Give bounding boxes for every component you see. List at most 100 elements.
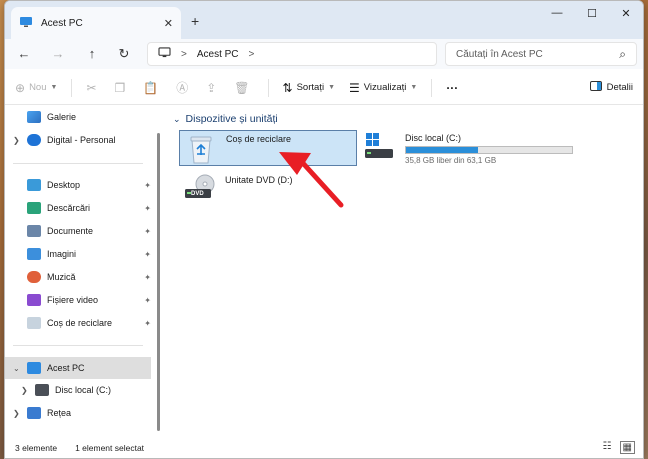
breadcrumb-separator[interactable]: >: [249, 49, 255, 60]
pin-icon[interactable]: ✦: [144, 204, 151, 213]
breadcrumb-acest-pc[interactable]: Acest PC: [197, 49, 239, 60]
tab-title: Acest PC: [41, 17, 83, 29]
toolbar-divider: [267, 78, 269, 97]
tab-bar: Acest PC ✕ + — ☐ ✕: [5, 1, 643, 39]
sidebar-item-label: Fișiere video: [47, 295, 99, 305]
sidebar-scrollbar[interactable]: [157, 133, 160, 431]
chevron-right-icon[interactable]: ❯: [13, 409, 23, 418]
file-explorer-window: Acest PC ✕ + — ☐ ✕ ← → ↑ ↻ > Acest PC > …: [4, 0, 644, 459]
delete-button[interactable]: 🗑: [234, 81, 253, 95]
close-window-button[interactable]: ✕: [611, 7, 641, 20]
rename-icon: Ⓐ: [176, 81, 189, 95]
forward-button[interactable]: →: [47, 44, 69, 64]
cut-button[interactable]: ✂: [86, 81, 100, 95]
sidebar-item-muzica[interactable]: Muzică ✦: [5, 267, 151, 287]
pin-icon[interactable]: ✦: [144, 319, 151, 328]
sidebar-item-fisiere-video[interactable]: Fișiere video ✦: [5, 290, 151, 310]
sidebar-item-label: Muzică: [47, 272, 76, 282]
back-button[interactable]: ←: [13, 44, 35, 64]
sidebar-item-desktop[interactable]: Desktop ✦: [5, 175, 151, 195]
sidebar-item-galerie[interactable]: Galerie: [5, 107, 151, 127]
dvd-drive-label: Unitate DVD (D:): [225, 175, 293, 185]
copy-button[interactable]: ❐: [115, 81, 130, 95]
gallery-icon: [27, 111, 41, 123]
item-count: 3 elemente: [15, 443, 58, 453]
details-pane-icon: [589, 81, 602, 94]
minimize-button[interactable]: —: [542, 7, 572, 19]
pin-icon[interactable]: ✦: [144, 296, 151, 305]
sidebar-item-documente[interactable]: Documente ✦: [5, 221, 151, 241]
share-icon: ⇪: [206, 80, 217, 95]
refresh-button[interactable]: ↻: [113, 44, 135, 64]
recycle-bin-label: Coș de reciclare: [226, 134, 292, 144]
sort-button[interactable]: ⇅ Sortați ▼: [283, 81, 335, 95]
recycle-bin-item[interactable]: Coș de reciclare: [179, 130, 357, 166]
pin-icon[interactable]: ✦: [144, 250, 151, 259]
chevron-down-icon: ⌄: [173, 113, 181, 124]
recycle-bin-icon: [184, 132, 218, 166]
chevron-right-icon[interactable]: ❯: [21, 386, 31, 395]
search-placeholder: Căutați în Acest PC: [456, 48, 543, 60]
maximize-button[interactable]: ☐: [577, 7, 607, 20]
chevron-right-icon[interactable]: ❯: [13, 136, 23, 145]
paste-button[interactable]: 📋: [143, 81, 162, 95]
dvd-drive-item[interactable]: DVD Unitate DVD (D:): [183, 173, 293, 207]
tab-acest-pc[interactable]: Acest PC ✕: [11, 7, 181, 39]
windows-drive-icon: [363, 131, 397, 165]
disk-size-text: 35,8 GB liber din 63,1 GB: [405, 156, 497, 165]
new-button[interactable]: ⊕ Nou ▼: [15, 81, 57, 95]
sidebar-item-descarcari[interactable]: Descărcări ✦: [5, 198, 151, 218]
new-tab-button[interactable]: +: [191, 13, 199, 29]
disk-usage-fill: [406, 147, 478, 153]
sidebar-item-label: Rețea: [47, 408, 72, 418]
sidebar-item-label: Imagini: [47, 249, 77, 259]
rename-button[interactable]: Ⓐ: [176, 79, 192, 96]
more-options-button[interactable]: ···: [446, 81, 458, 95]
scissors-icon: ✂: [86, 80, 97, 95]
details-button[interactable]: Detalii: [589, 81, 633, 94]
address-bar[interactable]: > Acest PC >: [147, 42, 437, 66]
sidebar-item-imagini[interactable]: Imagini ✦: [5, 244, 151, 264]
view-button[interactable]: ☰ Vizualizați ▼: [349, 81, 417, 95]
sidebar-item-onedrive[interactable]: ❯ Digital - Personal: [5, 130, 151, 150]
desktop-icon: [27, 179, 41, 191]
music-icon: [27, 271, 41, 283]
copy-icon: ❐: [114, 80, 126, 95]
breadcrumb-separator[interactable]: >: [181, 49, 187, 60]
share-button[interactable]: ⇪: [206, 81, 220, 95]
navigation-pane: Galerie ❯ Digital - Personal Desktop ✦ D…: [5, 105, 155, 435]
close-tab-icon[interactable]: ✕: [164, 17, 173, 30]
trash-icon: 🗑: [234, 80, 250, 95]
chevron-down-icon: ▼: [328, 84, 335, 91]
pin-icon[interactable]: ✦: [144, 227, 151, 236]
pin-icon[interactable]: ✦: [144, 181, 151, 190]
local-disk-item[interactable]: Disc local (C:) 35,8 GB liber din 63,1 G…: [363, 131, 573, 165]
disk-usage-bar: [405, 146, 573, 154]
view-label: Vizualizați: [363, 82, 407, 93]
content-pane: ⌄ Dispozitive și unități Coș de reciclar…: [165, 105, 643, 435]
sidebar-item-disc-local[interactable]: ❯ Disc local (C:): [5, 380, 151, 400]
group-title: Dispozitive și unități: [185, 113, 278, 125]
details-view-icon[interactable]: ☷: [603, 441, 612, 454]
toolbar-divider: [71, 78, 73, 97]
sidebar-item-label: Galerie: [47, 112, 77, 122]
cloud-icon: [27, 134, 41, 146]
tiles-view-icon[interactable]: ▦: [619, 441, 635, 454]
sort-icon: ⇅: [282, 80, 293, 95]
sidebar-item-retea[interactable]: ❯ Rețea: [5, 403, 151, 423]
plus-circle-icon: ⊕: [15, 80, 26, 95]
pictures-icon: [27, 248, 41, 260]
chevron-down-icon[interactable]: ⌄: [13, 364, 23, 373]
monitor-icon: [27, 362, 41, 374]
up-button[interactable]: ↑: [81, 44, 103, 64]
view-icon: ☰: [349, 80, 360, 95]
new-label: Nou: [29, 82, 47, 93]
group-header[interactable]: ⌄ Dispozitive și unități: [173, 113, 278, 125]
search-input[interactable]: Căutați în Acest PC ⌕: [445, 42, 637, 66]
sidebar-item-label: Acest PC: [47, 363, 85, 373]
sidebar-item-acest-pc[interactable]: ⌄ Acest PC: [5, 357, 151, 379]
sidebar-item-label: Coș de reciclare: [47, 318, 113, 328]
pin-icon[interactable]: ✦: [144, 273, 151, 282]
network-icon: [27, 407, 41, 419]
sidebar-item-cos-reciclare[interactable]: Coș de reciclare ✦: [5, 313, 151, 333]
